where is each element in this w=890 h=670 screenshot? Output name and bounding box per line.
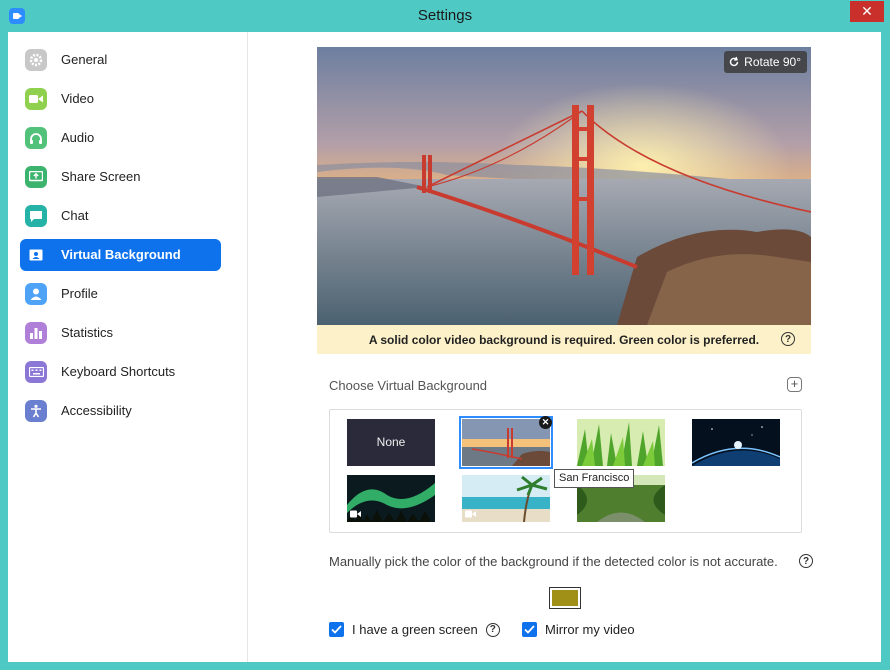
- background-beach-option[interactable]: [462, 475, 550, 522]
- share-screen-icon: [25, 166, 47, 188]
- warning-text: A solid color video background is requir…: [368, 333, 760, 347]
- manual-color-text: Manually pick the color of the backgroun…: [329, 554, 778, 569]
- sidebar-item-statistics[interactable]: Statistics: [20, 317, 221, 349]
- selected-color: [552, 590, 578, 606]
- sidebar-item-audio[interactable]: Audio: [20, 122, 221, 154]
- sidebar-item-label: Audio: [61, 130, 95, 145]
- sidebar-item-share-screen[interactable]: Share Screen: [20, 161, 221, 193]
- virtual-background-panel: Rotate 90° A solid color video backgroun…: [249, 32, 881, 662]
- sidebar-item-label: Video: [61, 91, 95, 106]
- mirror-video-label: Mirror my video: [545, 622, 635, 637]
- video-badge-icon: [350, 510, 361, 518]
- thumbnail-tooltip: San Francisco: [554, 469, 635, 488]
- background-aurora-option[interactable]: [347, 475, 435, 522]
- sidebar-item-label: Virtual Background: [61, 247, 181, 262]
- sidebar-item-label: Chat: [61, 208, 89, 223]
- background-none-option[interactable]: None: [347, 419, 435, 466]
- virtual-background-icon: [25, 244, 47, 266]
- solid-color-warning: A solid color video background is requir…: [317, 325, 811, 354]
- choose-background-label: Choose Virtual Background: [329, 378, 488, 393]
- rotate-button[interactable]: Rotate 90°: [724, 51, 807, 73]
- add-background-button[interactable]: +: [787, 377, 802, 392]
- green-screen-checkbox[interactable]: [329, 622, 344, 637]
- sidebar-item-label: Profile: [61, 286, 98, 301]
- chat-icon: [25, 205, 47, 227]
- settings-client: General Video Audio Share Screen Chat Vi…: [8, 32, 881, 662]
- sidebar-item-label: Accessibility: [61, 403, 132, 418]
- sidebar-item-virtual-background[interactable]: Virtual Background: [20, 239, 221, 271]
- video-badge-icon: [465, 510, 476, 518]
- sidebar-item-accessibility[interactable]: Accessibility: [20, 395, 221, 427]
- headphones-icon: [25, 127, 47, 149]
- help-icon[interactable]: ?: [781, 332, 795, 346]
- help-icon[interactable]: ?: [799, 554, 813, 568]
- background-color-swatch[interactable]: [549, 587, 581, 609]
- video-icon: [25, 88, 47, 110]
- golden-gate-bridge-image: [317, 47, 811, 325]
- green-screen-label: I have a green screen: [352, 622, 478, 637]
- background-earth-space-option[interactable]: [692, 419, 780, 466]
- rotate-label: Rotate 90°: [744, 55, 801, 69]
- settings-window: Settings ✕ General Video Audio Share Scr…: [0, 0, 890, 670]
- background-preview: Rotate 90°: [317, 47, 811, 325]
- checkmark-icon: [524, 625, 535, 634]
- green-screen-option[interactable]: I have a green screen ?: [329, 622, 500, 637]
- mirror-video-checkbox[interactable]: [522, 622, 537, 637]
- sidebar-item-label: Keyboard Shortcuts: [61, 364, 176, 379]
- help-icon[interactable]: ?: [485, 622, 500, 637]
- sidebar: General Video Audio Share Screen Chat Vi…: [8, 32, 248, 662]
- sidebar-item-label: Statistics: [61, 325, 114, 340]
- window-title: Settings: [417, 7, 473, 24]
- rotate-icon: [730, 56, 739, 67]
- sidebar-item-video[interactable]: Video: [20, 83, 221, 115]
- checkmark-icon: [331, 625, 342, 634]
- keyboard-icon: [25, 361, 47, 383]
- sidebar-item-label: Share Screen: [61, 169, 141, 184]
- sidebar-item-profile[interactable]: Profile: [20, 278, 221, 310]
- profile-icon: [25, 283, 47, 305]
- accessibility-icon: [25, 400, 47, 422]
- remove-background-icon[interactable]: ✕: [539, 416, 552, 429]
- background-san-francisco-option[interactable]: [459, 416, 553, 469]
- gear-icon: [25, 49, 47, 71]
- sidebar-item-label: General: [61, 52, 108, 67]
- close-button[interactable]: ✕: [850, 1, 884, 22]
- mirror-video-option[interactable]: Mirror my video: [522, 622, 635, 637]
- title-bar: Settings ✕: [0, 0, 890, 32]
- sidebar-item-general[interactable]: General: [20, 44, 221, 76]
- background-grass-option[interactable]: [577, 419, 665, 466]
- statistics-icon: [25, 322, 47, 344]
- sidebar-item-chat[interactable]: Chat: [20, 200, 221, 232]
- sidebar-item-keyboard-shortcuts[interactable]: Keyboard Shortcuts: [20, 356, 221, 388]
